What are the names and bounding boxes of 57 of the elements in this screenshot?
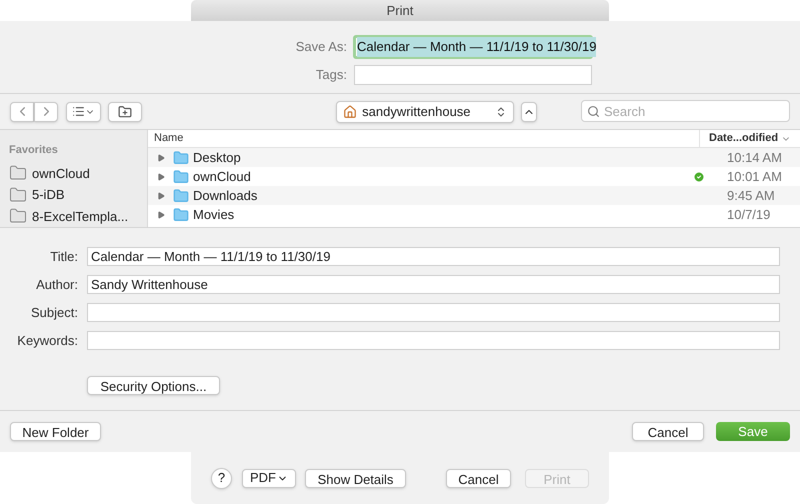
disclosure-icon	[157, 154, 165, 162]
tags-field[interactable]	[354, 65, 592, 85]
new-folder-button[interactable]: New Folder	[10, 422, 101, 441]
home-icon	[343, 104, 358, 118]
file-date: 9:45 AM	[726, 186, 776, 205]
folder-icon	[9, 186, 27, 204]
folder-icon	[9, 164, 27, 182]
file-date: 10:14 AM	[726, 148, 783, 167]
text-field[interactable]	[87, 331, 780, 350]
forward-button[interactable]	[34, 102, 58, 122]
field-label: Subject:	[30, 304, 78, 322]
file-name: Downloads	[193, 186, 258, 205]
new-folder-button[interactable]	[108, 102, 142, 122]
window-title: Print	[386, 2, 414, 20]
search-field[interactable]: Search	[581, 100, 790, 122]
file-name: Movies	[193, 206, 236, 224]
folder-plus-icon	[118, 104, 132, 118]
list-icon	[72, 105, 86, 118]
file-row[interactable]: Desktop 10:14 AM	[148, 148, 800, 167]
search-icon	[587, 104, 600, 118]
file-name: ownCloud	[193, 168, 252, 186]
view-button[interactable]	[66, 102, 102, 122]
disclosure-icon	[157, 210, 165, 218]
pdf-menu-button[interactable]: PDF	[242, 468, 296, 488]
file-date: 10/7/19	[726, 206, 772, 224]
text-field[interactable]: Calendar — Month — 11/1/19 to 11/30/19	[87, 247, 780, 266]
column-header[interactable]: Name	[148, 130, 699, 147]
security-options-button[interactable]: Security Options...	[87, 376, 220, 395]
show-details-button[interactable]: Show Details	[305, 468, 406, 488]
up-button[interactable]	[520, 102, 538, 122]
folder-icon	[173, 206, 189, 222]
sidebar-item[interactable]: 8-ExcelTempla...	[9, 206, 138, 227]
file-name: Desktop	[193, 148, 242, 167]
sidebar-item[interactable]: 5-iDB	[9, 184, 138, 206]
help-button[interactable]: ?	[211, 468, 232, 488]
disclosure-icon	[157, 172, 165, 180]
text-field[interactable]	[87, 303, 780, 322]
folder-icon	[173, 150, 189, 166]
disclosure-icon	[157, 192, 165, 200]
column-header[interactable]: Date...odified	[699, 130, 800, 147]
back-button[interactable]	[10, 102, 34, 122]
text-field[interactable]: Sandy Writtenhouse	[87, 275, 780, 294]
field-value: Calendar — Month — 11/1/19 to 11/30/19	[357, 37, 596, 57]
field-label: Keywords:	[16, 332, 78, 350]
sidebar-item[interactable]: ownCloud	[9, 162, 138, 184]
field-label: Title:	[49, 248, 78, 266]
folder-icon	[173, 188, 189, 204]
field-label: Tags:	[314, 66, 347, 84]
cancel-button[interactable]: Cancel	[446, 468, 511, 488]
folder-icon	[173, 168, 189, 184]
location-popup[interactable]: sandywrittenhouse	[336, 100, 514, 122]
cancel-button[interactable]: Cancel	[632, 422, 704, 441]
field-label: Save As:	[294, 38, 347, 56]
sidebar-heading: Favorites	[9, 143, 59, 158]
field-label: Author:	[35, 276, 78, 294]
file-row[interactable]: Downloads 9:45 AM	[148, 186, 800, 205]
file-date: 10:01 AM	[726, 168, 783, 186]
